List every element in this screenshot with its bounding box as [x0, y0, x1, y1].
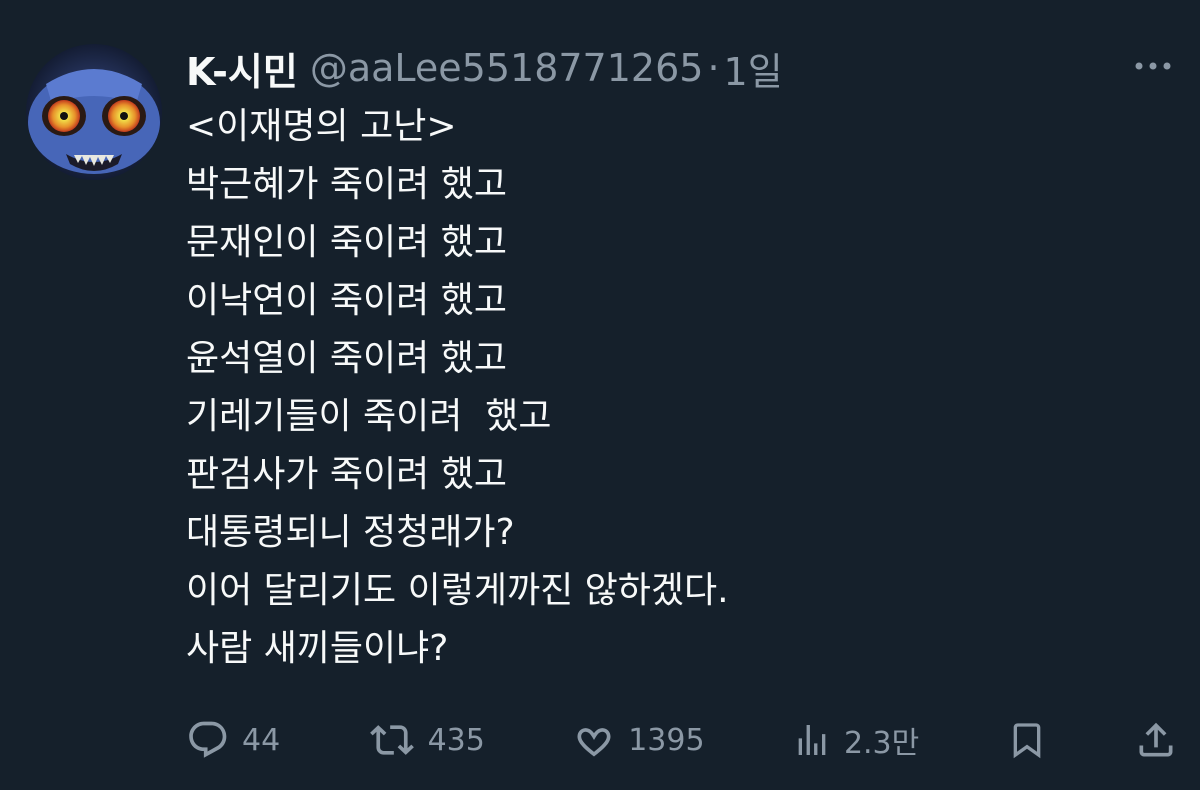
retweet-button[interactable]: 435: [368, 712, 485, 768]
retweet-icon: [369, 725, 414, 755]
more-icon[interactable]: [1134, 54, 1172, 78]
views-count: 2.3만: [843, 726, 920, 761]
display-name[interactable]: K-시민: [186, 41, 298, 96]
bookmark-icon: [1013, 723, 1040, 759]
bookmark-button[interactable]: [1007, 712, 1047, 768]
timestamp[interactable]: 1일: [724, 41, 783, 96]
reply-count: 44: [242, 722, 281, 758]
like-count: 1395: [628, 722, 705, 758]
reply-button[interactable]: 44: [186, 712, 280, 768]
heart-icon: [577, 728, 611, 757]
views-icon: [798, 725, 826, 755]
tweet-line: 이어 달리기도 이렇게까진 않하겠다.: [186, 570, 729, 611]
tweet-line: <이재명의 고난>: [186, 106, 457, 147]
tweet-line: 기레기들이 죽이려 했고: [186, 396, 552, 437]
tweet-line: 윤석열이 죽이려 했고: [186, 338, 507, 379]
tweet-line: 대통령되니 정청래가?: [186, 512, 515, 553]
tweet-line: 박근혜가 죽이려 했고: [186, 164, 507, 205]
tweet-line: 문재인이 죽이려 했고: [186, 222, 507, 263]
views-button[interactable]: 2.3만: [792, 712, 919, 768]
tweet-line: 판검사가 죽이려 했고: [186, 454, 507, 495]
like-button[interactable]: 1395: [572, 712, 705, 768]
user-handle[interactable]: @aaLee5518771265: [310, 46, 704, 90]
tweet-line: 이낙연이 죽이려 했고: [186, 280, 507, 321]
tweet-text: <이재명의 고난> 박근혜가 죽이려 했고 문재인이 죽이려 했고 이낙연이 죽…: [186, 98, 1166, 678]
avatar-image: [26, 44, 162, 180]
tweet-header: K-시민 @aaLee5518771265 · 1일: [186, 42, 783, 94]
separator-dot: ·: [707, 46, 720, 90]
action-bar: 44 435 1395 2.3만: [186, 712, 1178, 768]
reply-icon: [189, 721, 227, 758]
share-icon: [1139, 722, 1173, 757]
share-button[interactable]: [1134, 712, 1178, 768]
tweet-line: 사람 새끼들이냐?: [186, 628, 449, 669]
retweet-count: 435: [427, 722, 485, 758]
avatar[interactable]: [26, 44, 162, 180]
